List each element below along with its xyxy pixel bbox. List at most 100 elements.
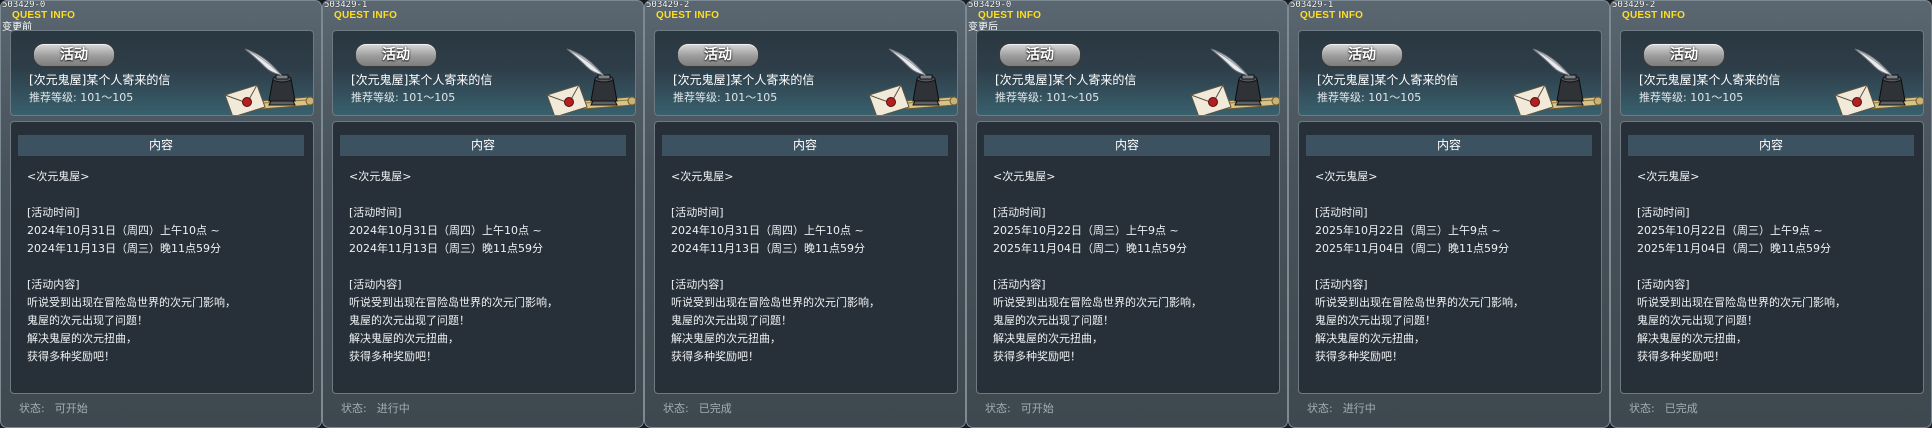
content-line [993, 258, 1202, 276]
status-label: 状态: [19, 402, 45, 415]
content-line: 听说受到出现在冒险岛世界的次元门影响， [671, 296, 880, 309]
quest-banner: 活动 [次元鬼屋]某个人寄来的信 推荐等级: 101～105 [654, 30, 958, 116]
content-header: 内容 [1628, 135, 1914, 156]
content-line: 获得多种奖励吧！ [993, 350, 1081, 363]
status-value: 已完成 [1664, 402, 1698, 415]
content-line: 解决鬼屋的次元扭曲， [1315, 332, 1425, 345]
letter-quill-inkwell-icon [224, 48, 313, 115]
content-line: 获得多种奖励吧！ [1315, 350, 1403, 363]
content-line: 解决鬼屋的次元扭曲， [671, 332, 781, 345]
recommended-level: 推荐等级: 101～105 [1317, 91, 1422, 104]
quest-status: 状态: 进行中 [1307, 400, 1376, 416]
content-line: 获得多种奖励吧！ [1637, 350, 1725, 363]
content-header: 内容 [984, 135, 1270, 156]
letter-quill-inkwell-icon [1190, 48, 1279, 115]
recommended-level: 推荐等级: 101～105 [995, 91, 1100, 104]
quest-info-panel: 503429-2 QUEST INFO 活动 [次元鬼屋]某个人寄来的信 推荐等… [644, 0, 966, 428]
content-line: 2025年10月22日（周三）上午9点 ~ [993, 224, 1179, 237]
quest-status: 状态: 已完成 [1629, 400, 1698, 416]
quest-title: [次元鬼屋]某个人寄来的信 [995, 73, 1137, 87]
content-line: 鬼屋的次元出现了问题！ [671, 314, 792, 327]
content-box: 内容 <次元鬼屋> [活动时间] 2025年10月22日（周三）上午9点 ~ 2025… [1620, 121, 1924, 394]
content-line: 2025年10月22日（周三）上午9点 ~ [1315, 224, 1501, 237]
status-value: 已完成 [698, 402, 732, 415]
content-line: [活动时间] [1637, 206, 1690, 219]
quest-title: [次元鬼屋]某个人寄来的信 [1639, 73, 1781, 87]
quest-title: [次元鬼屋]某个人寄来的信 [351, 73, 493, 87]
content-box: 内容 <次元鬼屋> [活动时间] 2025年10月22日（周三）上午9点 ~ 2025… [1298, 121, 1602, 394]
content-line: 听说受到出现在冒险岛世界的次元门影响， [1315, 296, 1524, 309]
status-value: 进行中 [376, 402, 410, 415]
content-line: <次元鬼屋> [27, 170, 90, 183]
quest-info-panel: 503429-0 QUEST INFO 变更后 活动 [次元鬼屋]某个人寄来的信… [966, 0, 1288, 428]
status-value: 可开始 [54, 402, 88, 415]
content-line: 2024年10月31日（周四）上午10点 ~ [671, 224, 864, 237]
status-label: 状态: [985, 402, 1011, 415]
quest-info-panel: 503429-2 QUEST INFO 活动 [次元鬼屋]某个人寄来的信 推荐等… [1610, 0, 1932, 428]
status-value: 可开始 [1020, 402, 1054, 415]
quest-title: [次元鬼屋]某个人寄来的信 [1317, 73, 1459, 87]
panel-header-title: QUEST INFO [334, 10, 398, 21]
content-box: 内容 <次元鬼屋> [活动时间] 2024年10月31日（周四）上午10点 ~ 202… [332, 121, 636, 394]
content-line [1315, 186, 1524, 204]
quest-title: [次元鬼屋]某个人寄来的信 [673, 73, 815, 87]
recommended-level: 推荐等级: 101～105 [673, 91, 778, 104]
content-line: 听说受到出现在冒险岛世界的次元门影响， [993, 296, 1202, 309]
recommended-level: 推荐等级: 101～105 [1639, 91, 1744, 104]
content-line: 2024年11月13日（周三）晚11点59分 [671, 242, 865, 255]
content-line: [活动时间] [671, 206, 724, 219]
letter-quill-inkwell-icon [868, 48, 957, 115]
content-line: <次元鬼屋> [671, 170, 734, 183]
event-badge: 活动 [355, 43, 437, 67]
quest-banner: 活动 [次元鬼屋]某个人寄来的信 推荐等级: 101～105 [10, 30, 314, 116]
quest-status: 状态: 进行中 [341, 400, 410, 416]
content-line: [活动内容] [1637, 278, 1690, 291]
content-line: 鬼屋的次元出现了问题！ [1315, 314, 1436, 327]
content-line: [活动内容] [27, 278, 80, 291]
recommended-level: 推荐等级: 101～105 [29, 91, 134, 104]
content-line [349, 186, 558, 204]
quest-banner: 活动 [次元鬼屋]某个人寄来的信 推荐等级: 101～105 [1298, 30, 1602, 116]
content-text: <次元鬼屋> [活动时间] 2024年10月31日（周四）上午10点 ~ 2024年1… [671, 168, 880, 366]
content-line: [活动时间] [993, 206, 1046, 219]
event-badge: 活动 [33, 43, 115, 67]
content-line: 2025年11月04日（周二）晚11点59分 [993, 242, 1187, 255]
event-badge: 活动 [1321, 43, 1403, 67]
content-line: 鬼屋的次元出现了问题！ [27, 314, 148, 327]
content-line: 鬼屋的次元出现了问题！ [1637, 314, 1758, 327]
content-line: [活动内容] [671, 278, 724, 291]
panel-header-title: QUEST INFO [656, 10, 720, 21]
content-line: [活动内容] [349, 278, 402, 291]
content-line [671, 186, 880, 204]
letter-quill-inkwell-icon [546, 48, 635, 115]
panel-header-title: QUEST INFO [978, 10, 1042, 21]
quest-info-panel: 503429-1 QUEST INFO 活动 [次元鬼屋]某个人寄来的信 推荐等… [322, 0, 644, 428]
content-header: 内容 [18, 135, 304, 156]
content-line: 解决鬼屋的次元扭曲， [1637, 332, 1747, 345]
quest-info-panel: 503429-0 QUEST INFO 变更前 活动 [次元鬼屋]某个人寄来的信… [0, 0, 322, 428]
content-text: <次元鬼屋> [活动时间] 2025年10月22日（周三）上午9点 ~ 2025年11… [993, 168, 1202, 366]
event-badge: 活动 [1643, 43, 1725, 67]
content-line: [活动内容] [1315, 278, 1368, 291]
content-line: 获得多种奖励吧！ [671, 350, 759, 363]
content-line [1637, 258, 1846, 276]
content-line: [活动时间] [27, 206, 80, 219]
content-header: 内容 [340, 135, 626, 156]
content-line: [活动内容] [993, 278, 1046, 291]
content-line [1315, 258, 1524, 276]
content-line [27, 186, 236, 204]
status-label: 状态: [1629, 402, 1655, 415]
quest-banner: 活动 [次元鬼屋]某个人寄来的信 推荐等级: 101～105 [332, 30, 636, 116]
content-line: 2024年11月13日（周三）晚11点59分 [27, 242, 221, 255]
content-text: <次元鬼屋> [活动时间] 2024年10月31日（周四）上午10点 ~ 2024年1… [349, 168, 558, 366]
quest-status: 状态: 可开始 [985, 400, 1054, 416]
content-line: [活动时间] [1315, 206, 1368, 219]
content-line [349, 258, 558, 276]
content-text: <次元鬼屋> [活动时间] 2024年10月31日（周四）上午10点 ~ 2024年1… [27, 168, 236, 366]
content-line [671, 258, 880, 276]
content-line [993, 186, 1202, 204]
content-line: 解决鬼屋的次元扭曲， [27, 332, 137, 345]
quest-banner: 活动 [次元鬼屋]某个人寄来的信 推荐等级: 101～105 [976, 30, 1280, 116]
panel-header-title: QUEST INFO [1300, 10, 1364, 21]
content-line [27, 258, 236, 276]
